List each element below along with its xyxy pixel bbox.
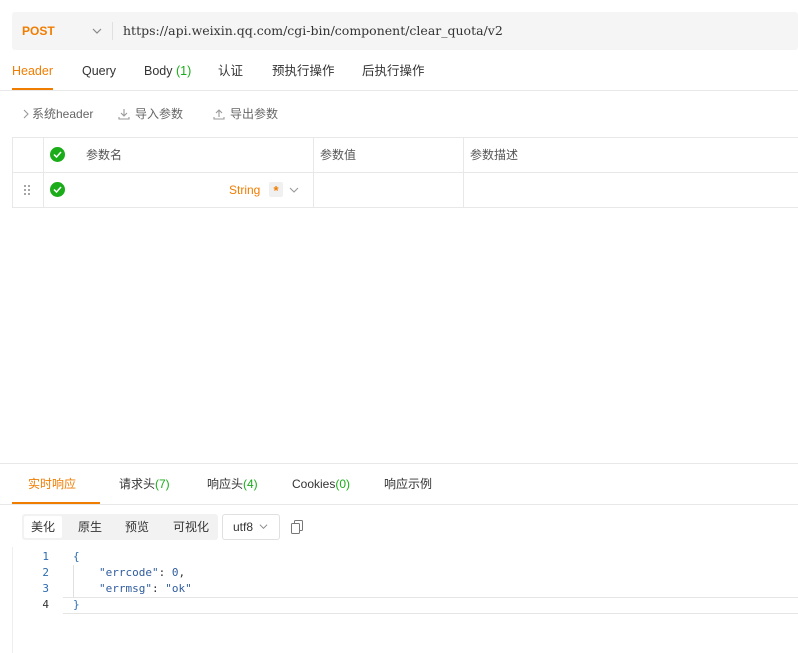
required-toggle[interactable]: * <box>269 182 283 198</box>
method-select[interactable]: POST <box>12 12 112 50</box>
encoding-label: utf8 <box>233 520 254 534</box>
check-icon <box>53 186 62 194</box>
active-tab-indicator <box>12 88 53 90</box>
param-desc-input[interactable] <box>470 173 790 207</box>
col-divider <box>313 173 314 207</box>
export-params-button[interactable]: 导出参数 <box>213 100 278 128</box>
view-pretty-button[interactable]: 美化 <box>24 516 63 538</box>
params-table: 参数名 参数值 参数描述 String * <box>12 137 798 208</box>
param-type-select[interactable]: String <box>229 173 260 207</box>
chevron-right-icon <box>23 109 29 119</box>
line-number: 1 <box>42 550 49 563</box>
chevron-down-icon <box>92 28 102 34</box>
tab-auth[interactable]: 认证 <box>218 52 243 90</box>
param-toolbar: 系统header 导入参数 导出参数 <box>12 100 798 128</box>
request-tabs: Header Query Body (1) 认证 预执行操作 后执行操作 <box>0 52 798 91</box>
current-line-highlight <box>63 597 798 614</box>
code-line: } <box>73 598 80 611</box>
tab-pre-script[interactable]: 预执行操作 <box>272 52 335 90</box>
system-header-toggle[interactable]: 系统header <box>22 100 93 128</box>
view-mode-group: 美化 原生 预览 可视化 <box>22 514 218 540</box>
encoding-select[interactable]: utf8 <box>222 514 280 540</box>
select-all-checkbox[interactable] <box>50 147 65 162</box>
copy-icon[interactable] <box>291 520 304 534</box>
col-divider <box>463 138 464 172</box>
tab-request-headers[interactable]: 请求头(7) <box>119 464 170 504</box>
line-number: 3 <box>42 582 49 595</box>
tab-header[interactable]: Header <box>12 52 53 90</box>
row-enable-checkbox[interactable] <box>50 182 65 197</box>
view-visualize-button[interactable]: 可视化 <box>166 516 216 538</box>
upload-icon <box>213 109 225 120</box>
col-header-value: 参数值 <box>320 148 357 162</box>
divider <box>112 22 113 40</box>
tab-live-response[interactable]: 实时响应 <box>28 464 76 504</box>
tab-post-script[interactable]: 后执行操作 <box>362 52 425 90</box>
indent-guide <box>73 565 74 597</box>
tab-query[interactable]: Query <box>82 52 116 90</box>
line-number: 2 <box>42 566 49 579</box>
check-icon <box>53 151 62 159</box>
tab-response-headers[interactable]: 响应头(4) <box>207 464 258 504</box>
col-divider <box>43 173 44 207</box>
export-params-label: 导出参数 <box>230 107 279 121</box>
response-tabs: 实时响应 请求头(7) 响应头(4) Cookies(0) 响应示例 <box>0 464 798 505</box>
download-icon <box>118 109 130 120</box>
param-name-input[interactable] <box>86 173 226 207</box>
chevron-down-icon[interactable] <box>289 185 299 195</box>
url-input[interactable]: https://api.weixin.qq.com/cgi-bin/compon… <box>123 12 503 50</box>
view-raw-button[interactable]: 原生 <box>71 516 109 538</box>
tab-body[interactable]: Body (1) <box>144 52 191 90</box>
col-header-name: 参数名 <box>86 148 123 162</box>
col-divider <box>463 173 464 207</box>
import-params-label: 导入参数 <box>135 107 184 121</box>
line-number: 4 <box>42 598 49 611</box>
drag-handle-icon[interactable] <box>23 184 31 196</box>
code-line: { <box>73 550 80 563</box>
col-divider <box>313 138 314 172</box>
response-body-viewer[interactable]: 1 2 3 4 { "errcode": 0, "errmsg": "ok" } <box>12 547 798 653</box>
method-label: POST <box>22 24 55 38</box>
chevron-down-icon <box>259 524 268 530</box>
tab-response-example[interactable]: 响应示例 <box>384 464 432 504</box>
body-count: (1) <box>175 64 192 78</box>
table-header-row: 参数名 参数值 参数描述 <box>13 138 798 173</box>
table-row: String * <box>13 173 798 207</box>
tab-cookies[interactable]: Cookies(0) <box>292 464 350 504</box>
active-tab-indicator <box>12 502 100 504</box>
col-header-desc: 参数描述 <box>470 148 519 162</box>
code-line: "errcode": 0, <box>99 566 186 579</box>
view-preview-button[interactable]: 预览 <box>118 516 156 538</box>
col-divider <box>43 138 44 172</box>
url-bar: POST https://api.weixin.qq.com/cgi-bin/c… <box>12 12 798 50</box>
code-line: "errmsg": "ok" <box>99 582 192 595</box>
param-value-input[interactable] <box>320 173 460 207</box>
system-header-label: 系统header <box>32 107 94 121</box>
import-params-button[interactable]: 导入参数 <box>118 100 183 128</box>
